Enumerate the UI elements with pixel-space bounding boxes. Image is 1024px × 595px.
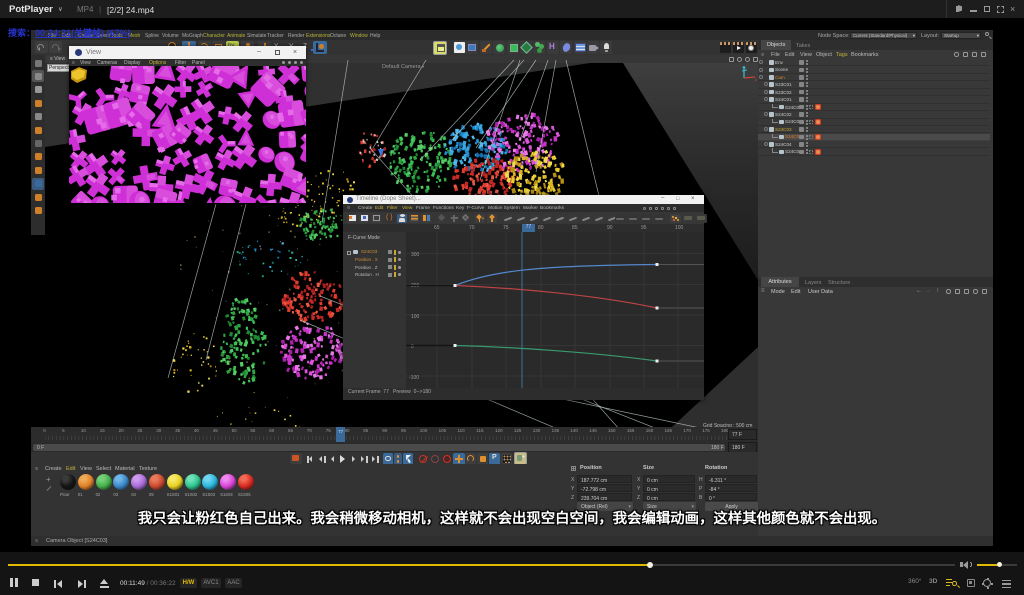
svg-text:300: 300: [411, 252, 420, 258]
svg-text:100: 100: [411, 314, 420, 320]
svg-text:-100: -100: [409, 375, 419, 381]
